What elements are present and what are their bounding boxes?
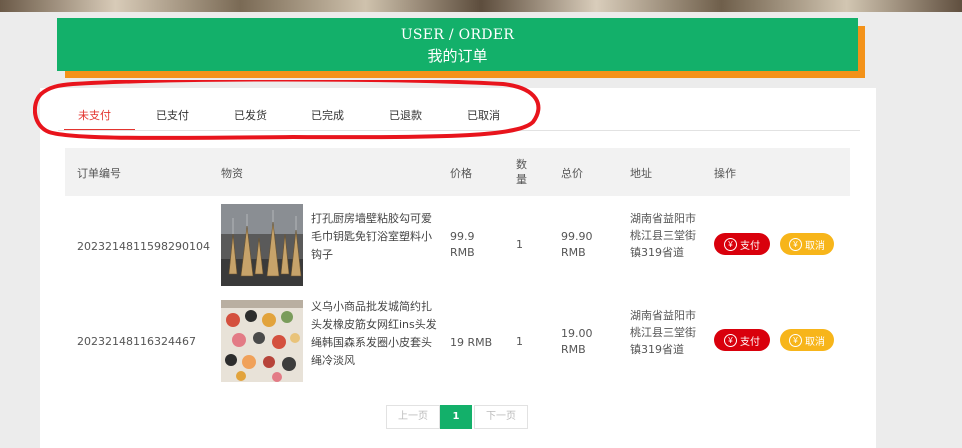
header-total: 总价	[561, 167, 583, 180]
total-value: 99.90	[561, 230, 593, 243]
tabs-divider	[58, 130, 860, 131]
price-unit: RMB	[450, 246, 475, 259]
order-status-tabs: 未支付 已支付 已发货 已完成 已退款 已取消	[40, 88, 860, 132]
prev-page-button[interactable]: 上一页	[386, 405, 440, 429]
cancel-button[interactable]: ¥ 取消	[780, 329, 834, 351]
price-value: 99.9	[450, 230, 475, 243]
quantity: 1	[516, 238, 523, 251]
header-action: 操作	[714, 167, 736, 180]
order-number: 20232148116324467	[77, 335, 196, 348]
yen-circle-icon: ¥	[724, 333, 737, 347]
cancel-label: 取消	[805, 336, 825, 348]
table-row: 2023214811598290104 打孔厨房墙壁粘胶勾可爱毛巾钥匙免钉浴室塑…	[65, 196, 850, 300]
unit-price: 99.9 RMB	[450, 229, 475, 261]
header-qty: 数量	[516, 158, 527, 186]
page-banner: USER / ORDER 我的订单	[57, 18, 858, 71]
pay-button[interactable]: ¥ 支付	[714, 233, 770, 255]
total-value: 19.00	[561, 327, 593, 340]
banner-title-cn: 我的订单	[427, 47, 488, 65]
total-unit: RMB	[561, 246, 586, 259]
total-price: 19.00 RMB	[561, 326, 593, 358]
tab-completed[interactable]: 已完成	[311, 107, 344, 123]
shipping-address: 湖南省益阳市桃江县三堂街镇319省道	[630, 212, 696, 259]
yen-circle-icon: ¥	[789, 237, 802, 251]
orders-panel: 未支付 已支付 已发货 已完成 已退款 已取消 订单编号 物资 价格 数量 总价…	[40, 88, 876, 448]
banner-title-en: USER / ORDER	[400, 27, 515, 43]
unit-price: 19 RMB	[450, 335, 492, 351]
pay-label: 支付	[740, 336, 760, 348]
tab-refunded[interactable]: 已退款	[389, 107, 422, 123]
product-image-keychains	[221, 204, 303, 286]
table-header: 订单编号 物资 价格 数量 总价 地址 操作	[65, 148, 850, 196]
quantity: 1	[516, 335, 523, 348]
cancel-button[interactable]: ¥ 取消	[780, 233, 834, 255]
product-name[interactable]: 打孔厨房墙壁粘胶勾可爱毛巾钥匙免钉浴室塑料小钩子	[311, 210, 437, 264]
header-address: 地址	[630, 167, 652, 180]
yen-circle-icon: ¥	[724, 237, 737, 251]
tab-paid[interactable]: 已支付	[156, 107, 189, 123]
next-page-button[interactable]: 下一页	[474, 405, 528, 429]
product-name[interactable]: 义乌小商品批发城简约扎头发橡皮筋女网红ins头发绳韩国森系发圈小皮套头绳冷淡风	[311, 298, 437, 370]
pay-label: 支付	[740, 240, 760, 252]
total-price: 99.90 RMB	[561, 229, 593, 261]
header-photo-strip	[0, 0, 962, 12]
shipping-address: 湖南省益阳市桃江县三堂街镇319省道	[630, 309, 696, 356]
tab-cancelled[interactable]: 已取消	[467, 107, 500, 123]
page-1-button[interactable]: 1	[440, 405, 472, 429]
table-row: 20232148116324467 义乌小商品批发城简约扎头发橡皮筋女网红ins…	[65, 296, 850, 400]
total-unit: RMB	[561, 343, 586, 356]
pay-button[interactable]: ¥ 支付	[714, 329, 770, 351]
product-image-hair-ties	[221, 300, 303, 382]
header-order-no: 订单编号	[77, 167, 121, 180]
header-price: 价格	[450, 167, 472, 180]
price-value: 19 RMB	[450, 336, 493, 349]
tab-shipped[interactable]: 已发货	[234, 107, 267, 123]
header-goods: 物资	[221, 167, 243, 180]
yen-circle-icon: ¥	[789, 333, 802, 347]
order-number: 2023214811598290104	[77, 240, 210, 253]
tab-unpaid[interactable]: 未支付	[78, 107, 111, 123]
cancel-label: 取消	[805, 240, 825, 252]
